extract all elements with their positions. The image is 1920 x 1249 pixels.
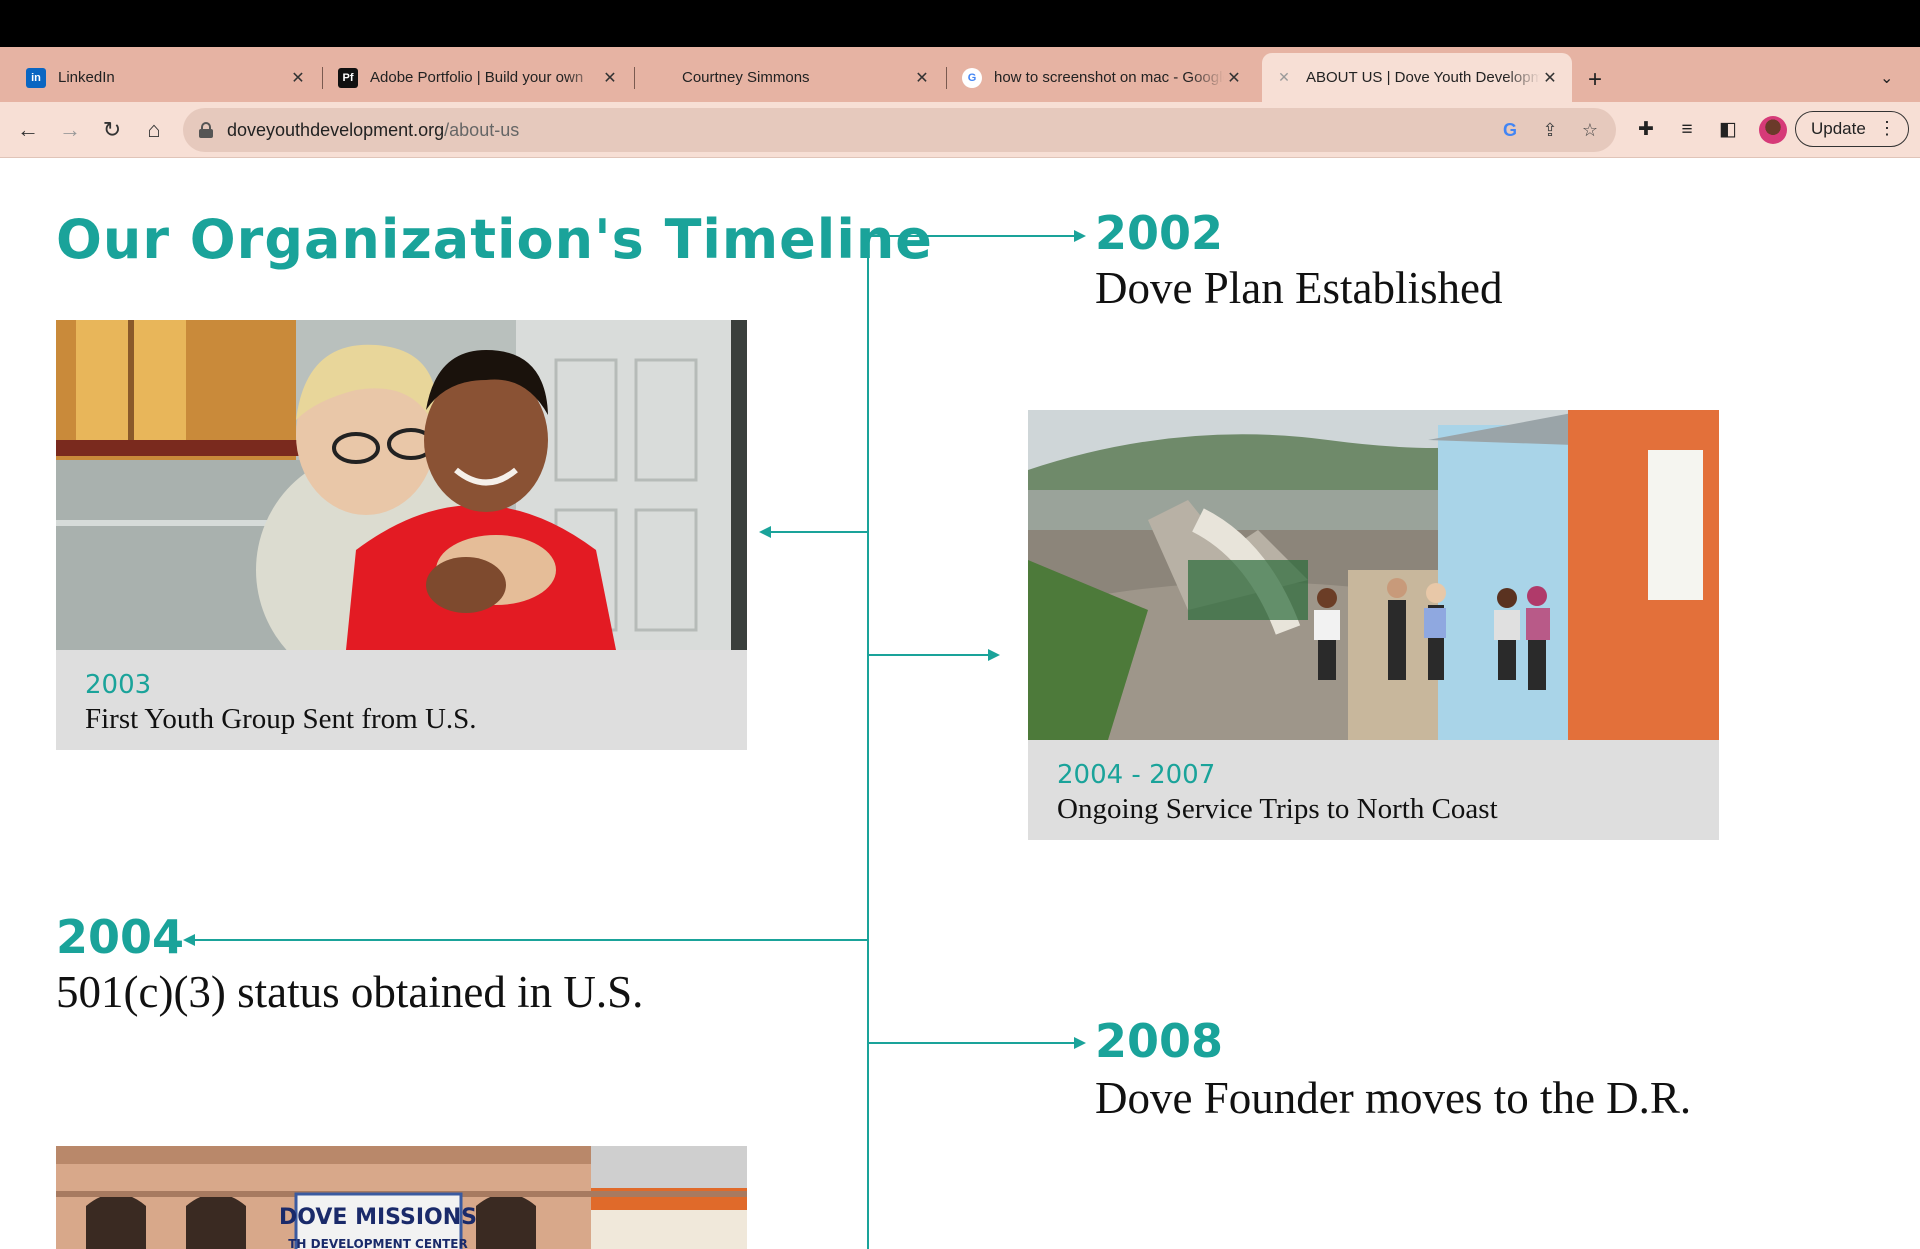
media-control-icon[interactable]: ≡ (1675, 118, 1699, 142)
card-year-2003: 2003 (85, 670, 152, 700)
address-bar[interactable]: doveyouthdevelopment.org/about-us G ⇪ ☆ (183, 108, 1616, 152)
dove-icon: ✕ (1278, 69, 1290, 85)
card-text-2003: First Youth Group Sent from U.S. (85, 703, 477, 735)
photo-woman-hugging-child (56, 320, 747, 650)
tab-title: ABOUT US | Dove Youth Development (1306, 69, 1540, 86)
event-year-2008: 2008 (1095, 1014, 1224, 1068)
update-button[interactable]: Update ⋮ (1795, 111, 1909, 147)
tab-about-us[interactable]: ✕ ABOUT US | Dove Youth Development ✕ (1262, 53, 1572, 102)
tab-title: LinkedIn (58, 69, 115, 86)
event-year-2002: 2002 (1095, 206, 1224, 260)
browser-toolbar: ← → ↻ ⌂ doveyouthdevelopment.org/about-u… (0, 102, 1920, 158)
google-lens-icon[interactable]: G (1499, 119, 1521, 141)
tab-title: how to screenshot on mac - Google (994, 69, 1224, 86)
tab-title: Courtney Simmons (682, 69, 810, 86)
back-arrow-icon[interactable]: ← (14, 116, 42, 144)
timeline-card-2004-2007: 2004 - 2007 Ongoing Service Trips to Nor… (1028, 410, 1719, 840)
connector-2008 (867, 1042, 1075, 1044)
page-title: Our Organization's Timeline (56, 208, 933, 271)
tab-separator (322, 67, 323, 89)
macos-top-bar (0, 0, 1920, 47)
arrow-right-icon (1074, 230, 1086, 242)
event-text-2002: Dove Plan Established (1095, 263, 1503, 313)
google-icon: G (962, 67, 982, 88)
url-path: /about-us (444, 119, 520, 140)
arrow-left-icon (759, 526, 771, 538)
connector-2004 (194, 939, 868, 941)
new-tab-button[interactable]: + (1588, 66, 1602, 94)
banner-line-1: DOVE MISSIONS (279, 1205, 477, 1230)
connector-2004-2007 (867, 654, 989, 656)
timeline-card-2003: 2003 First Youth Group Sent from U.S. (56, 320, 747, 750)
connector-2003 (770, 531, 868, 533)
close-icon[interactable]: ✕ (1540, 68, 1560, 88)
tab-separator (946, 67, 947, 89)
adobe-portfolio-icon: Pf (338, 67, 358, 88)
event-text-2004: 501(c)(3) status obtained in U.S. (56, 967, 644, 1017)
photo-dove-missions-building: DOVE MISSIONS TH DEVELOPMENT CENTER (56, 1146, 747, 1249)
close-icon[interactable]: ✕ (600, 68, 620, 88)
reload-icon[interactable]: ↻ (98, 116, 126, 144)
banner-line-2: TH DEVELOPMENT CENTER (288, 1237, 467, 1249)
card-text-2004-2007: Ongoing Service Trips to North Coast (1057, 793, 1498, 825)
tab-title: Adobe Portfolio | Build your own (370, 69, 584, 86)
bookmark-star-icon[interactable]: ☆ (1579, 119, 1601, 141)
update-label: Update (1811, 119, 1866, 138)
tab-adobe-portfolio[interactable]: Pf Adobe Portfolio | Build your own ✕ (326, 53, 632, 102)
more-vert-icon: ⋮ (1878, 118, 1896, 138)
timeline-spine (867, 235, 869, 1249)
tab-linkedin[interactable]: in LinkedIn ✕ (14, 53, 320, 102)
home-icon[interactable]: ⌂ (140, 116, 168, 144)
close-icon[interactable]: ✕ (912, 68, 932, 88)
page-content: Our Organization's Timeline 2002 Dove Pl… (0, 158, 1920, 1249)
event-text-2008: Dove Founder moves to the D.R. (1095, 1073, 1692, 1123)
arrow-right-icon (1074, 1037, 1086, 1049)
side-panel-icon[interactable]: ◧ (1716, 118, 1740, 142)
tab-search-chevron-icon[interactable]: ⌄ (1880, 68, 1893, 88)
close-icon[interactable]: ✕ (288, 68, 308, 88)
arrow-left-icon (183, 934, 195, 946)
arrow-right-icon (988, 649, 1000, 661)
url-domain: doveyouthdevelopment.org (227, 119, 445, 140)
connector-2002 (867, 235, 1075, 237)
forward-arrow-icon[interactable]: → (56, 116, 84, 144)
card-year-2004-2007: 2004 - 2007 (1057, 760, 1216, 790)
tab-strip: in LinkedIn ✕ Pf Adobe Portfolio | Build… (0, 47, 1920, 102)
tab-google-search[interactable]: G how to screenshot on mac - Google ✕ (950, 53, 1256, 102)
lock-icon[interactable] (199, 122, 213, 138)
url-text[interactable]: doveyouthdevelopment.org/about-us (227, 120, 519, 141)
photo-north-coast-street (1028, 410, 1719, 740)
tab-courtney-simmons[interactable]: Courtney Simmons ✕ (638, 53, 944, 102)
profile-avatar[interactable] (1759, 116, 1787, 144)
event-year-2004: 2004 (56, 910, 185, 964)
share-icon[interactable]: ⇪ (1539, 119, 1561, 141)
extensions-puzzle-icon[interactable]: ✚ (1634, 118, 1658, 142)
linkedin-icon: in (26, 67, 46, 88)
tab-separator (634, 67, 635, 89)
close-icon[interactable]: ✕ (1224, 68, 1244, 88)
